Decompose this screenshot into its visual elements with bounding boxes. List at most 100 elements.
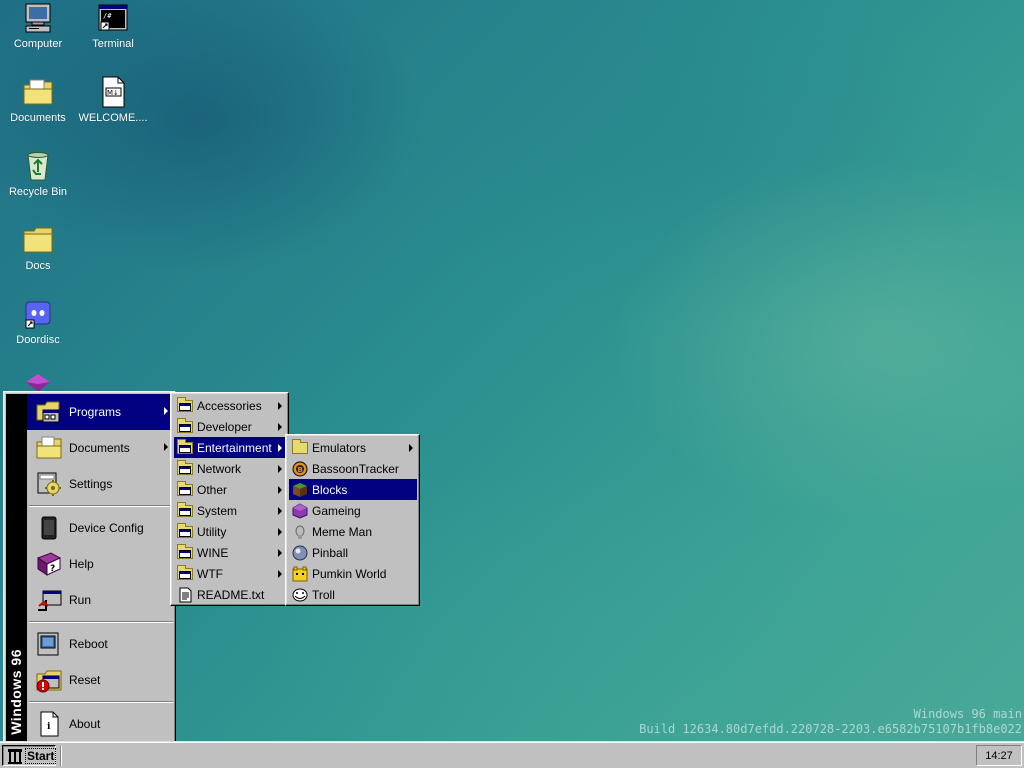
- start-menu-item-about[interactable]: i About: [27, 706, 174, 742]
- meme-man-icon: [292, 524, 308, 540]
- start-menu-item-help[interactable]: ? Help: [27, 546, 174, 582]
- desktop-icon-documents[interactable]: Documents: [1, 76, 75, 124]
- start-menu-separator: [29, 505, 173, 507]
- programs-item-label: WINE: [197, 545, 229, 560]
- start-menu-banner-text: Windows 96: [8, 649, 24, 735]
- programs-item-readme[interactable]: README.txt: [174, 584, 286, 605]
- programs-item-label: System: [197, 503, 238, 518]
- reset-icon: [35, 666, 63, 694]
- start-menu-item-settings[interactable]: Settings: [27, 466, 174, 502]
- start-menu-item-label: Reboot: [69, 637, 108, 651]
- entertainment-item-label: Pinball: [312, 545, 349, 560]
- start-menu-item-reset[interactable]: Reset: [27, 662, 174, 698]
- submenu-arrow-icon: [278, 402, 282, 410]
- svg-text:i: i: [47, 722, 51, 732]
- partial-desktop-icon[interactable]: [22, 372, 54, 392]
- start-menu-item-programs[interactable]: Programs: [27, 394, 174, 430]
- program-folder-icon: [177, 543, 193, 561]
- gameing-icon: [292, 502, 308, 519]
- entertainment-item-pumkin-world[interactable]: Pumkin World: [289, 563, 417, 584]
- programs-item-other[interactable]: Other: [174, 479, 286, 500]
- programs-item-label: Accessories: [197, 398, 262, 413]
- pumkin-world-icon: [292, 566, 308, 582]
- programs-item-utility[interactable]: Utility: [174, 521, 286, 542]
- programs-item-accessories[interactable]: Accessories: [174, 395, 286, 416]
- programs-item-wtf[interactable]: WTF: [174, 563, 286, 584]
- entertainment-item-pinball[interactable]: Pinball: [289, 542, 417, 563]
- start-menu-item-device-config[interactable]: Device Config: [27, 510, 174, 546]
- programs-item-label: Entertainment: [197, 440, 272, 455]
- blocks-icon: [292, 482, 308, 498]
- program-folder-icon: [177, 501, 193, 519]
- entertainment-item-bassoontracker[interactable]: B BassoonTracker: [289, 458, 417, 479]
- clock[interactable]: 14:27: [985, 750, 1013, 762]
- pinball-icon: [292, 545, 308, 561]
- svg-text:?: ?: [50, 564, 55, 574]
- programs-item-developer[interactable]: Developer: [174, 416, 286, 437]
- submenu-arrow-icon: [164, 407, 168, 415]
- entertainment-item-label: Blocks: [312, 482, 348, 497]
- program-folder-icon: [177, 417, 193, 435]
- desktop-icon-welcome[interactable]: M↓ WELCOME....: [76, 76, 150, 124]
- start-button-label: Start: [24, 747, 57, 764]
- markdown-file-icon: M↓: [97, 76, 129, 108]
- terminal-icon: /#: [97, 2, 129, 34]
- submenu-arrow-icon: [278, 465, 282, 473]
- desktop-icon-computer[interactable]: Computer: [1, 2, 75, 50]
- entertainment-item-label: Troll: [312, 587, 335, 602]
- recycle-bin-icon: [22, 150, 54, 182]
- start-menu-item-label: Help: [69, 557, 94, 571]
- watermark-line-2: Build 12634.80d7efdd.220728-2203.e6582b7…: [639, 722, 1022, 736]
- folder-icon: [292, 438, 308, 456]
- start-menu-separator: [29, 701, 173, 703]
- desktop-icon-label: Documents: [10, 112, 66, 124]
- svg-text:M↓: M↓: [107, 89, 119, 97]
- entertainment-item-gameing[interactable]: Gameing: [289, 500, 417, 521]
- program-folder-icon: [177, 564, 193, 582]
- troll-icon: [292, 587, 308, 603]
- program-folder-icon: [177, 480, 193, 498]
- entertainment-submenu: Emulators B BassoonTracker Blocks Gamein…: [285, 434, 420, 606]
- documents-icon: [35, 434, 63, 462]
- start-menu-item-label: Settings: [69, 477, 113, 491]
- start-menu-item-label: Device Config: [69, 521, 144, 535]
- start-menu-item-reboot[interactable]: Reboot: [27, 626, 174, 662]
- desktop-icon-recycle-bin[interactable]: Recycle Bin: [1, 150, 75, 198]
- submenu-arrow-icon: [409, 444, 413, 452]
- program-folder-icon: [177, 522, 193, 540]
- programs-icon: [35, 398, 63, 426]
- entertainment-item-label: Meme Man: [312, 524, 373, 539]
- programs-item-system[interactable]: System: [174, 500, 286, 521]
- svg-text:/#: /#: [103, 12, 112, 20]
- start-button[interactable]: Start: [2, 745, 57, 766]
- taskbar-divider: [60, 746, 62, 766]
- desktop-icon-doordisc[interactable]: Doordisc: [1, 298, 75, 346]
- entertainment-item-label: Gameing: [312, 503, 361, 518]
- programs-item-wine[interactable]: WINE: [174, 542, 286, 563]
- submenu-arrow-icon: [278, 570, 282, 578]
- desktop-icon-docs[interactable]: Docs: [1, 224, 75, 272]
- entertainment-item-label: Emulators: [312, 440, 367, 455]
- help-book-icon: ?: [35, 550, 63, 578]
- submenu-arrow-icon: [278, 507, 282, 515]
- start-menu-item-label: Reset: [69, 673, 101, 687]
- start-menu-item-label: Programs: [69, 405, 122, 419]
- entertainment-item-emulators[interactable]: Emulators: [289, 437, 417, 458]
- submenu-arrow-icon: [278, 549, 282, 557]
- start-menu-item-run[interactable]: Run: [27, 582, 174, 618]
- desktop-icon-label: Docs: [25, 260, 51, 272]
- run-icon: [35, 586, 63, 614]
- entertainment-item-troll[interactable]: Troll: [289, 584, 417, 605]
- taskbar: Start 14:27: [0, 741, 1024, 768]
- start-menu-item-documents[interactable]: Documents: [27, 430, 174, 466]
- text-file-icon: [177, 587, 193, 603]
- desktop-icon-label: Terminal: [92, 38, 134, 50]
- entertainment-item-meme-man[interactable]: Meme Man: [289, 521, 417, 542]
- start-menu-item-label: About: [69, 717, 101, 731]
- start-menu-item-label: Documents: [69, 441, 130, 455]
- programs-item-network[interactable]: Network: [174, 458, 286, 479]
- programs-item-entertainment[interactable]: Entertainment: [174, 437, 286, 458]
- documents-folder-icon: [22, 76, 54, 108]
- desktop-icon-terminal[interactable]: /# Terminal: [76, 2, 150, 50]
- entertainment-item-blocks[interactable]: Blocks: [289, 479, 417, 500]
